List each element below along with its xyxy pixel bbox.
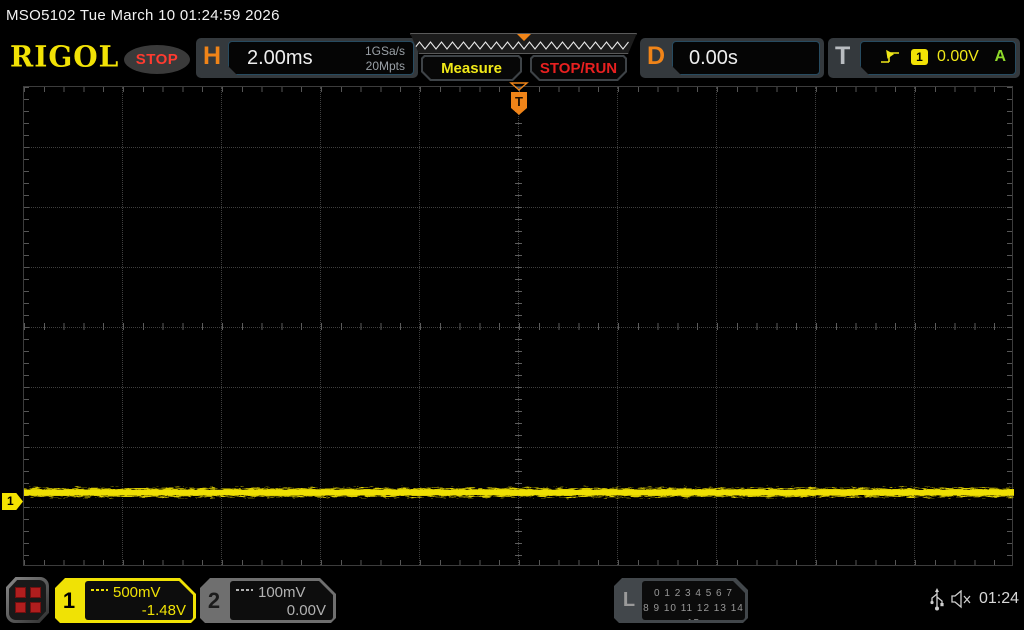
dc-coupling-icon xyxy=(236,587,253,596)
sample-rate: 1GSa/s xyxy=(364,44,405,58)
trigger-marker-letter: T xyxy=(515,94,523,109)
delay-value: 0.00s xyxy=(689,47,738,69)
usb-icon xyxy=(930,588,944,611)
model-and-datetime: MSO5102 Tue March 10 01:24:59 2026 xyxy=(6,7,280,24)
measure-button[interactable]: Measure xyxy=(421,55,522,81)
logic-row-8-15: 8 9 10 11 12 13 14 15 xyxy=(643,603,744,629)
rigol-logo: RIGOL xyxy=(10,39,120,74)
delay-inner-box: 0.00s xyxy=(672,41,820,75)
horizontal-inner-box: 2.00ms 1GSa/s 20Mpts xyxy=(228,41,414,75)
channel1-position-marker[interactable]: 1 xyxy=(2,493,23,510)
center-axis-ticks-horizontal xyxy=(24,323,1012,330)
trigger-inner-box: 1 0.00V A xyxy=(860,41,1016,75)
channel2-number: 2 xyxy=(207,587,221,613)
clock: 01:24 xyxy=(979,590,1020,607)
measure-button-label: Measure xyxy=(423,57,520,79)
channel1-badge[interactable]: 1 500mV -1.48V xyxy=(55,578,196,623)
horizontal-settings-block[interactable]: H 2.00ms 1GSa/s 20Mpts xyxy=(196,38,418,78)
window-layout-button[interactable] xyxy=(6,577,49,623)
logic-label: L xyxy=(622,589,636,611)
memory-depth: 20Mpts xyxy=(365,59,405,73)
dc-coupling-icon xyxy=(91,587,108,596)
trigger-source-badge: 1 xyxy=(911,49,928,65)
channel2-scale: 100mV xyxy=(258,584,306,601)
stop-run-button-label: STOP/RUN xyxy=(532,57,625,79)
channel2-badge[interactable]: 2 100mV 0.00V xyxy=(200,578,336,623)
speaker-muted-icon xyxy=(951,590,971,609)
run-state-badge: STOP xyxy=(124,45,190,74)
stop-run-button[interactable]: STOP/RUN xyxy=(530,55,627,81)
logic-row-0-7: 0 1 2 3 4 5 6 7 xyxy=(654,588,733,599)
quad-grid-icon xyxy=(9,580,46,620)
waveform-display-area: T xyxy=(23,82,1014,566)
timebase-value: 2.00ms xyxy=(247,47,313,69)
acquisition-info: 1GSa/s 20Mpts xyxy=(365,44,405,74)
channel2-values-box: 100mV 0.00V xyxy=(230,581,333,620)
trigger-position-marker[interactable]: T xyxy=(508,82,530,118)
delay-settings-block[interactable]: D 0.00s xyxy=(640,38,824,78)
trigger-label: T xyxy=(835,42,851,70)
channel1-scale: 500mV xyxy=(113,584,161,601)
trigger-sweep-mode: A xyxy=(994,48,1006,65)
logic-channels-badge[interactable]: L 0 1 2 3 4 5 6 7 8 9 10 11 12 13 14 15 xyxy=(614,578,748,623)
delay-label: D xyxy=(647,42,666,70)
logic-channel-numbers: 0 1 2 3 4 5 6 7 8 9 10 11 12 13 14 15 xyxy=(642,581,745,620)
channel1-number: 1 xyxy=(62,587,76,613)
trigger-settings-block[interactable]: T 1 0.00V A xyxy=(828,38,1020,78)
overview-trigger-position-icon xyxy=(517,34,531,41)
channel1-values-box: 500mV -1.48V xyxy=(85,581,193,620)
horizontal-label: H xyxy=(203,42,222,70)
waveform-overview-strip[interactable] xyxy=(410,33,637,54)
oscilloscope-screen: MSO5102 Tue March 10 01:24:59 2026 RIGOL… xyxy=(0,0,1024,630)
channel1-waveform-trace xyxy=(24,488,1014,497)
channel2-offset: 0.00V xyxy=(286,602,326,619)
edge-trigger-rising-icon xyxy=(879,48,901,66)
overview-waveform-icon xyxy=(411,34,636,53)
trigger-level-value: 0.00V xyxy=(937,48,979,65)
channel1-offset: -1.48V xyxy=(141,602,186,619)
